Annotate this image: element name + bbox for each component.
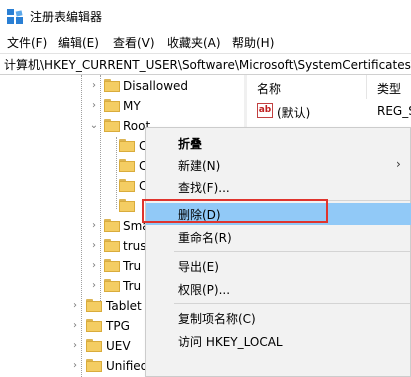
- column-header-name[interactable]: 名称: [247, 75, 367, 99]
- address-bar[interactable]: 计算机\HKEY_CURRENT_USER\Software\Microsoft…: [0, 53, 411, 75]
- folder-icon: [104, 259, 120, 272]
- chevron-right-icon[interactable]: ›: [89, 100, 99, 112]
- column-header-label: 类型: [377, 82, 402, 96]
- menu-bar: 文件(F) 编辑(E) 查看(V) 收藏夹(A) 帮助(H): [0, 32, 411, 52]
- menu-item-label: 新建(N): [178, 159, 221, 173]
- menu-item-copy-key-name[interactable]: 复制项名称(C): [146, 307, 411, 329]
- window-title: 注册表编辑器: [30, 10, 103, 24]
- menu-item-new[interactable]: 新建(N) ›: [146, 154, 411, 176]
- menu-separator: [174, 303, 410, 304]
- context-menu: 折叠 新建(N) › 查找(F)... 删除(D) 重命名(R) 导出(E) 权…: [145, 127, 411, 377]
- chevron-down-icon[interactable]: ⌄: [89, 120, 99, 132]
- menu-help[interactable]: 帮助(H): [232, 34, 274, 51]
- menu-item-export[interactable]: 导出(E): [146, 255, 411, 277]
- folder-icon: [104, 279, 120, 292]
- value-type: REG_S: [377, 104, 411, 118]
- title-bar: 注册表编辑器: [0, 0, 411, 32]
- column-header-label: 名称: [257, 82, 282, 96]
- folder-icon: [104, 99, 120, 112]
- menu-item-collapse[interactable]: 折叠: [146, 132, 411, 154]
- menu-item-label: 复制项名称(C): [178, 312, 256, 326]
- folder-icon: [86, 299, 102, 312]
- folder-icon: [119, 159, 135, 172]
- tree-item-label: Tru: [123, 279, 142, 293]
- tree-item-my[interactable]: › MY: [0, 97, 243, 117]
- chevron-right-icon[interactable]: ›: [89, 80, 99, 92]
- tree-item-label: MY: [123, 99, 141, 113]
- tree-item-label: UEV: [106, 339, 131, 353]
- tree-item-label: Tablet: [106, 299, 142, 313]
- menu-item-label: 访问 HKEY_LOCAL: [178, 335, 283, 349]
- chevron-right-icon[interactable]: ›: [70, 340, 80, 352]
- chevron-right-icon[interactable]: ›: [89, 240, 99, 252]
- folder-icon: [119, 179, 135, 192]
- menu-item-find[interactable]: 查找(F)...: [146, 176, 411, 198]
- menu-favorites[interactable]: 收藏夹(A): [167, 34, 221, 51]
- tree-item-label: Disallowed: [123, 79, 189, 93]
- menu-separator: [174, 200, 410, 201]
- menu-item-label: 重命名(R): [178, 231, 232, 245]
- menu-view[interactable]: 查看(V): [113, 34, 155, 51]
- menu-edit[interactable]: 编辑(E): [58, 34, 99, 51]
- tree-item-label: Tru: [123, 259, 142, 273]
- chevron-right-icon[interactable]: ›: [70, 320, 80, 332]
- chevron-right-icon[interactable]: ›: [89, 260, 99, 272]
- folder-icon: [86, 319, 102, 332]
- menu-file[interactable]: 文件(F): [7, 34, 47, 51]
- folder-icon: [104, 219, 120, 232]
- submenu-arrow-icon: ›: [396, 157, 401, 171]
- column-header-type[interactable]: 类型: [367, 75, 411, 99]
- folder-icon: [86, 359, 102, 372]
- menu-item-label: 删除(D): [178, 208, 221, 222]
- tree-item-label: trus: [123, 239, 147, 253]
- menu-item-permissions[interactable]: 权限(P)...: [146, 278, 411, 300]
- value-name: (默认): [277, 106, 311, 120]
- value-row[interactable]: ab (默认) REG_S: [247, 101, 411, 121]
- tree-item-label: TPG: [106, 319, 130, 333]
- address-path[interactable]: 计算机\HKEY_CURRENT_USER\Software\Microsoft…: [4, 56, 411, 73]
- folder-icon: [104, 239, 120, 252]
- folder-icon: [119, 199, 135, 212]
- menu-item-label: 导出(E): [178, 260, 219, 274]
- folder-icon: [86, 339, 102, 352]
- menu-item-label: 查找(F)...: [178, 181, 230, 195]
- menu-separator: [174, 251, 410, 252]
- chevron-right-icon[interactable]: ›: [70, 360, 80, 372]
- chevron-right-icon[interactable]: ›: [70, 300, 80, 312]
- menu-item-rename[interactable]: 重命名(R): [146, 226, 411, 248]
- registry-editor-app-icon: [7, 9, 23, 24]
- chevron-right-icon[interactable]: ›: [89, 220, 99, 232]
- menu-item-goto-hklm[interactable]: 访问 HKEY_LOCAL: [146, 330, 411, 352]
- string-value-icon: ab: [257, 103, 273, 118]
- folder-open-icon: [104, 119, 120, 132]
- tree-item-disallowed[interactable]: › Disallowed: [0, 77, 243, 97]
- folder-icon: [119, 139, 135, 152]
- menu-item-delete[interactable]: 删除(D): [146, 203, 411, 225]
- menu-item-label: 权限(P)...: [178, 283, 231, 297]
- menu-item-label: 折叠: [178, 137, 203, 151]
- chevron-right-icon[interactable]: ›: [89, 280, 99, 292]
- folder-icon: [104, 79, 120, 92]
